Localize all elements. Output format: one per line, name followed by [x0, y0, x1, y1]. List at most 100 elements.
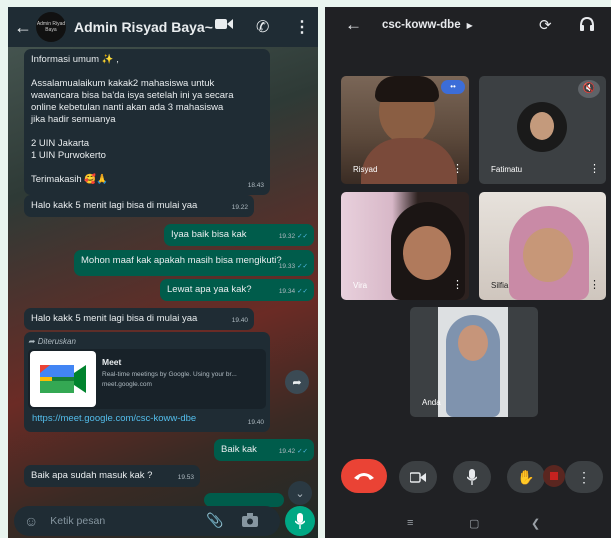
more-vert-icon[interactable]: ⋮	[452, 164, 463, 175]
message-line: 2 UIN Jakarta	[31, 138, 90, 149]
participant-face	[523, 228, 573, 282]
more-vert-icon[interactable]: ⋮	[294, 17, 310, 37]
link-title: Meet	[102, 357, 122, 367]
message-time: 19.42 ✓✓	[278, 448, 308, 455]
message-line: online kebetulan nanti akan ada 3 mahasi…	[31, 102, 224, 113]
double-check-icon: ✓✓	[297, 233, 308, 240]
camera-icon[interactable]	[242, 513, 258, 530]
self-video	[438, 307, 508, 417]
chat-header: ← Admin Riyad Baya Admin Risyad Baya~ ✆ …	[8, 7, 318, 47]
message-bubble-outgoing-partial[interactable]	[204, 493, 284, 507]
self-view-tile[interactable]: Anda	[410, 307, 538, 417]
message-bubble-incoming[interactable]: Informasi umum ✨ , Assalamualaikum kakak…	[24, 49, 270, 195]
message-line	[31, 126, 263, 138]
nav-back-icon[interactable]: ❮	[531, 517, 540, 530]
message-time: 19.33 ✓✓	[278, 263, 308, 270]
message-bubble-incoming[interactable]: Baik apa sudah masuk kak ? 19.53	[24, 465, 200, 487]
meeting-code[interactable]: csc-koww-dbe	[382, 19, 461, 31]
message-bubble-outgoing[interactable]: Baik kak 19.42 ✓✓	[214, 439, 314, 461]
message-input[interactable]: ☺ Ketik pesan 📎	[14, 506, 280, 536]
emoji-icon[interactable]: ☺	[24, 513, 38, 529]
chevron-right-icon[interactable]: ▶	[467, 21, 473, 30]
participant-name: Vira	[353, 281, 368, 290]
participant-tile[interactable]: 🔇 Fatimatu ⋮	[479, 76, 606, 184]
message-line: Terimakasih 🥰🙏	[31, 174, 108, 185]
message-time: 19.34 ✓✓	[278, 288, 308, 295]
message-time: 19.53	[177, 474, 194, 481]
message-bubble-incoming[interactable]: Halo kakk 5 menit lagi bisa di mulai yaa…	[24, 195, 254, 217]
microphone-icon[interactable]	[285, 506, 315, 536]
back-arrow-icon[interactable]: ←	[12, 17, 34, 38]
participant-face	[403, 226, 451, 280]
participant-name: Silfia	[491, 281, 509, 290]
message-time: 18.43	[247, 182, 264, 189]
camera-toggle-button[interactable]	[399, 461, 437, 493]
message-line: jika hadir semuanya	[31, 114, 116, 125]
nav-home-icon[interactable]: ▢	[469, 517, 479, 530]
message-bubble-outgoing[interactable]: Iyaa baik bisa kak 19.32 ✓✓	[164, 224, 314, 246]
message-line: wawancara bisa ba'da isya setelah ini ya…	[31, 90, 234, 101]
forward-arrow-icon: ➦	[28, 337, 35, 346]
mic-off-icon: 🔇	[578, 80, 600, 98]
message-line: Halo kakk 5 menit lagi bisa di mulai yaa	[31, 313, 198, 324]
message-time: 19.32 ✓✓	[278, 233, 308, 240]
nav-recents-icon[interactable]: ≡	[407, 517, 413, 529]
message-line: Mohon maaf kak apakah masih bisa mengiku…	[81, 255, 282, 266]
scroll-down-icon[interactable]: ⌄	[288, 481, 312, 505]
recording-indicator-icon	[543, 465, 565, 487]
avatar[interactable]: Admin Riyad Baya	[36, 12, 66, 42]
message-line: Baik apa sudah masuk kak ?	[31, 470, 153, 481]
microphone-toggle-button[interactable]	[453, 461, 491, 493]
raise-hand-button[interactable]: ✋	[507, 461, 545, 493]
screenshot-composite: ← Admin Riyad Baya Admin Risyad Baya~ ✆ …	[0, 0, 611, 538]
message-line: Informasi umum ✨ ,	[31, 54, 119, 65]
share-icon[interactable]: ➦	[285, 370, 309, 394]
video-call-icon[interactable]	[215, 17, 233, 35]
double-check-icon: ✓✓	[297, 288, 308, 295]
chat-title[interactable]: Admin Risyad Baya~	[74, 19, 224, 35]
message-time: 19.40	[247, 419, 264, 426]
message-placeholder: Ketik pesan	[50, 515, 106, 527]
forwarded-label: ➦ Diteruskan	[28, 337, 76, 346]
whatsapp-chat-screen: ← Admin Riyad Baya Admin Risyad Baya~ ✆ …	[8, 7, 318, 538]
message-line: Halo kakk 5 menit lagi bisa di mulai yaa	[31, 200, 198, 211]
message-line	[31, 162, 263, 174]
back-arrow-icon[interactable]: ←	[345, 15, 362, 35]
message-time: 19.40	[231, 317, 248, 324]
message-bubble-outgoing[interactable]: Mohon maaf kak apakah masih bisa mengiku…	[74, 250, 314, 276]
more-vert-icon[interactable]: ⋮	[589, 280, 600, 291]
meet-header: ← csc-koww-dbe ▶ ⟳	[325, 7, 611, 43]
double-check-icon: ✓✓	[297, 448, 308, 455]
link-domain: meet.google.com	[102, 381, 152, 388]
participant-name: Fatimatu	[491, 165, 523, 174]
message-bubble-outgoing[interactable]: Lewat apa yaa kak? 19.34 ✓✓	[160, 279, 314, 301]
participant-tile[interactable]: •• Risyad ⋮	[341, 76, 469, 184]
participant-tile[interactable]: Vira ⋮	[341, 192, 469, 300]
meet-logo-icon	[30, 351, 96, 407]
more-vert-icon[interactable]: ⋮	[589, 164, 600, 175]
speaking-indicator-icon: ••	[441, 80, 465, 94]
participant-avatar	[517, 102, 567, 152]
message-bubble-incoming[interactable]: Halo kakk 5 menit lagi bisa di mulai yaa…	[24, 308, 254, 330]
avatar-text: Admin Riyad Baya	[36, 21, 66, 33]
attach-icon[interactable]: 📎	[206, 512, 223, 529]
message-time: 19.22	[231, 204, 248, 211]
participant-name: Risyad	[353, 165, 378, 174]
participant-hair	[375, 76, 439, 102]
meet-url-link[interactable]: https://meet.google.com/csc-koww-dbe	[32, 413, 196, 425]
more-options-button[interactable]: ⋮	[565, 461, 603, 493]
phone-icon[interactable]: ✆	[256, 17, 269, 37]
more-vert-icon[interactable]: ⋮	[452, 280, 463, 291]
link-preview[interactable]: Meet Real-time meetings by Google. Using…	[28, 349, 266, 409]
message-line	[31, 66, 263, 78]
double-check-icon: ✓✓	[297, 263, 308, 270]
end-call-button[interactable]	[341, 459, 387, 493]
message-line: Assalamualaikum kakak2 mahasiswa untuk	[31, 78, 215, 89]
google-meet-screen: ← csc-koww-dbe ▶ ⟳ •• Risyad ⋮ 🔇 Fatimat…	[325, 7, 611, 538]
message-line: 1 UIN Purwokerto	[31, 150, 106, 161]
participant-name: Anda	[422, 398, 441, 407]
switch-camera-icon[interactable]: ⟳	[539, 16, 552, 34]
forwarded-link-message[interactable]: ➦ Diteruskan Meet Real-time meetings by …	[24, 332, 270, 432]
audio-output-icon[interactable]	[579, 16, 595, 37]
participant-tile[interactable]: Silfia ⋮	[479, 192, 606, 300]
